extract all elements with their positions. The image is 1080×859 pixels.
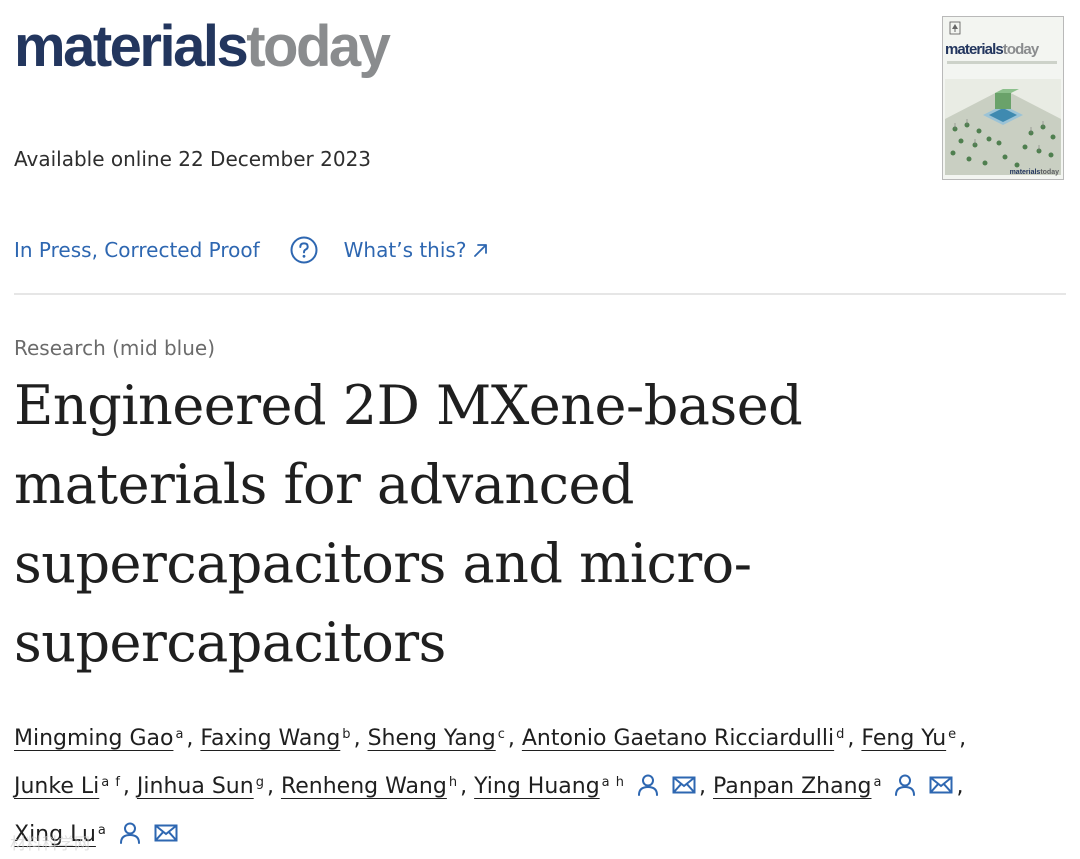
person-icon[interactable]: [117, 820, 143, 846]
author-link[interactable]: Junke Li: [14, 774, 99, 799]
author-link[interactable]: Faxing Wang: [200, 726, 340, 751]
affiliation-marker[interactable]: a: [874, 775, 883, 790]
envelope-icon[interactable]: [671, 772, 697, 798]
journal-cover-image[interactable]: materialstoday materialstoday: [942, 16, 1064, 180]
in-press-status: In Press, Corrected Proof: [14, 238, 260, 262]
elsevier-tree-icon: [949, 21, 961, 35]
affiliation-marker[interactable]: h: [449, 775, 458, 790]
person-icon[interactable]: [635, 772, 661, 798]
author-link[interactable]: Renheng Wang: [281, 774, 447, 799]
affiliation-marker[interactable]: b: [342, 727, 351, 742]
available-online-date: Available online 22 December 2023: [14, 147, 372, 171]
affiliation-marker[interactable]: g: [256, 775, 265, 790]
author-entry: Mingming Gao a: [14, 726, 184, 751]
author-entry: Feng Yu e: [861, 726, 957, 751]
author-entry: Jinhua Sun g: [137, 774, 265, 799]
cover-rule: [947, 61, 1057, 64]
envelope-icon[interactable]: [928, 772, 954, 798]
question-circle-icon[interactable]: [290, 236, 318, 264]
journal-logo[interactable]: materialstoday: [14, 12, 391, 82]
affiliation-marker[interactable]: d: [836, 727, 845, 742]
author-entry: Sheng Yang c: [368, 726, 506, 751]
section-divider: [14, 293, 1066, 295]
whats-this-link[interactable]: What’s this?: [344, 238, 491, 262]
logo-part-today: today: [246, 14, 391, 79]
article-status-row: In Press, Corrected Proof What’s this?: [14, 232, 490, 268]
author-entry: Junke Li a f: [14, 774, 121, 799]
arrow-up-right-icon: [474, 244, 488, 257]
affiliation-marker[interactable]: c: [498, 727, 506, 742]
cover-title: materialstoday: [945, 41, 1039, 58]
author-link[interactable]: Ying Huang: [474, 774, 600, 799]
author-entry: Panpan Zhang a: [713, 774, 954, 799]
author-link[interactable]: Antonio Gaetano Ricciardulli: [522, 726, 834, 751]
cover-artwork: [945, 79, 1061, 175]
author-link[interactable]: Sheng Yang: [368, 726, 496, 751]
author-entry: Renheng Wang h: [281, 774, 458, 799]
article-title: Engineered 2D MXene-based materials for …: [14, 374, 803, 674]
affiliation-marker[interactable]: a: [98, 823, 107, 838]
author-list: Mingming Gao a, Faxing Wang b, Sheng Yang c…: [14, 726, 967, 847]
person-icon[interactable]: [892, 772, 918, 798]
affiliation-marker[interactable]: a h: [602, 775, 625, 790]
author-link[interactable]: Feng Yu: [861, 726, 946, 751]
author-entry: Ying Huang a h: [474, 774, 697, 799]
author-link[interactable]: Mingming Gao: [14, 726, 173, 751]
article-type-label: Research (mid blue): [14, 336, 216, 360]
watermark-text: 材料科学网: [10, 834, 91, 853]
author-entry: Faxing Wang b: [200, 726, 351, 751]
envelope-icon[interactable]: [153, 820, 179, 846]
affiliation-marker[interactable]: e: [948, 727, 957, 742]
cover-brand: materialstoday: [1009, 169, 1059, 176]
author-entry: Antonio Gaetano Ricciardulli d: [522, 726, 846, 751]
author-link[interactable]: Panpan Zhang: [713, 774, 872, 799]
logo-part-materials: materials: [14, 14, 249, 79]
affiliation-marker[interactable]: a: [175, 727, 184, 742]
whats-this-label: What’s this?: [343, 238, 467, 262]
affiliation-marker[interactable]: a f: [101, 775, 121, 790]
author-link[interactable]: Jinhua Sun: [137, 774, 254, 799]
